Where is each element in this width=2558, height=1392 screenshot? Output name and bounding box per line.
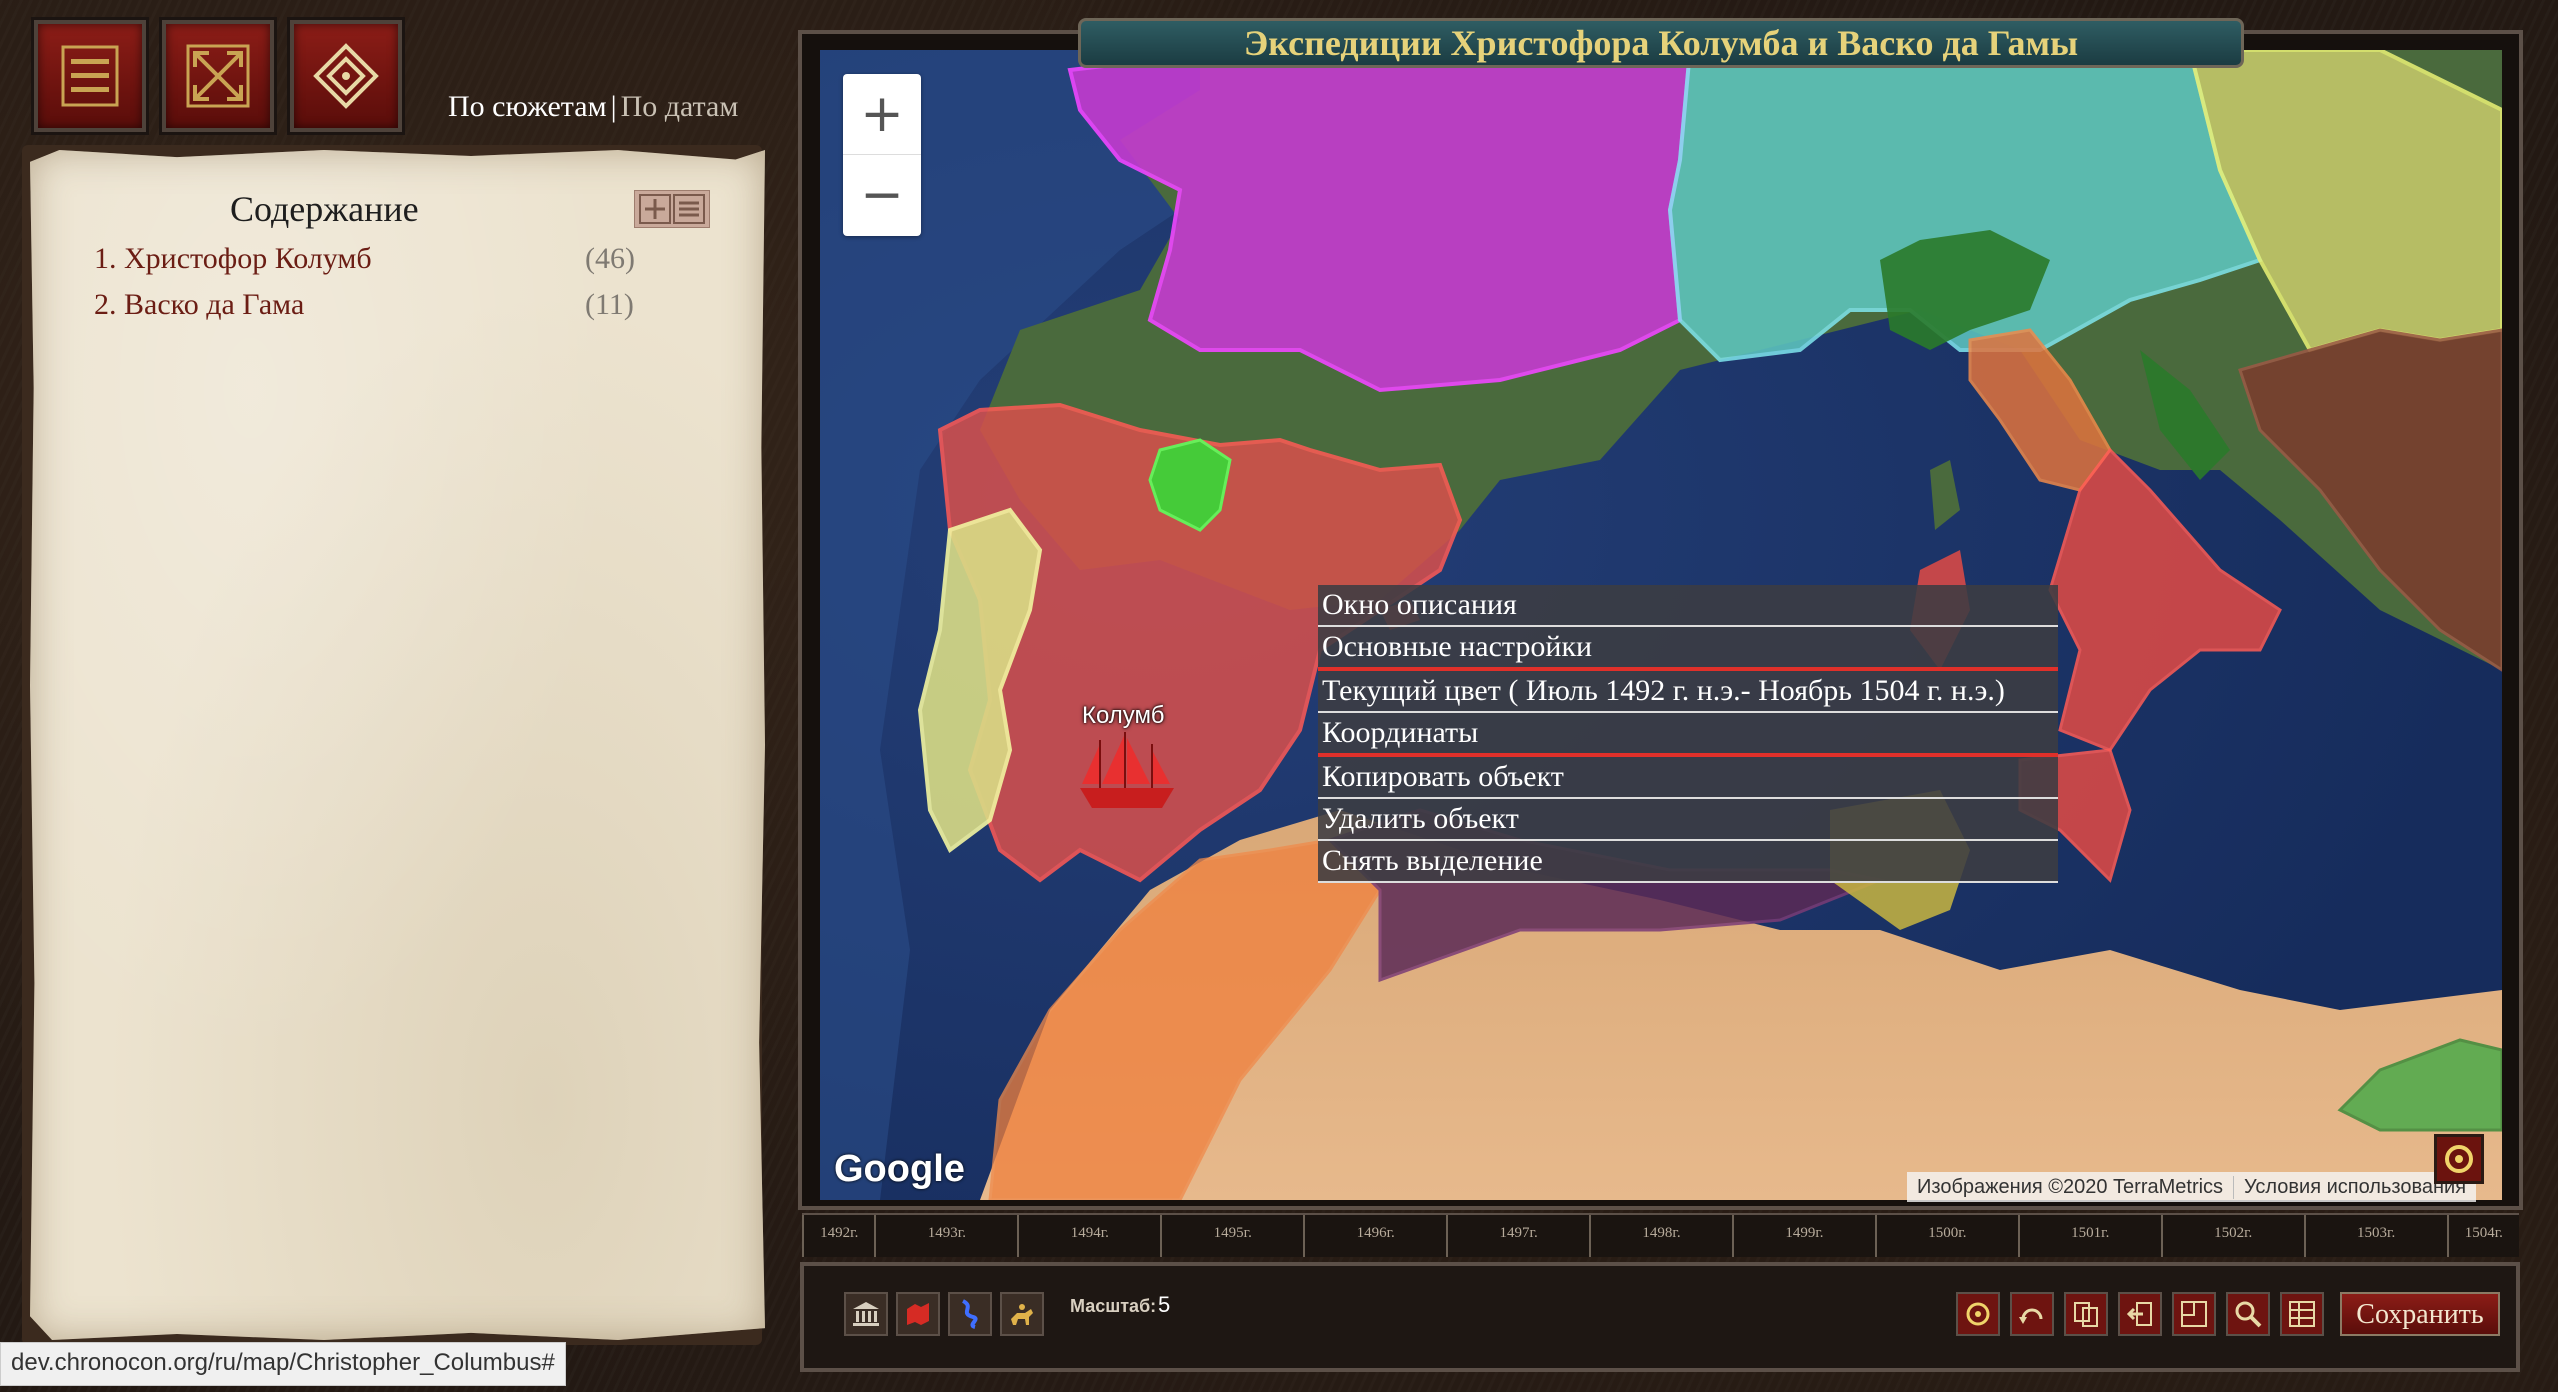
- timeline-year[interactable]: 1502г.: [2160, 1215, 2304, 1257]
- map-attribution: Изображения ©2020 TerraMetrics Условия и…: [1907, 1172, 2477, 1202]
- save-button[interactable]: Сохранить: [2340, 1292, 2500, 1336]
- menu-main-settings[interactable]: Основные настройки: [1318, 627, 2058, 671]
- zoom-control: + −: [843, 74, 921, 236]
- scale-value: 5: [1158, 1292, 1171, 1317]
- timeline-year[interactable]: 1499г.: [1731, 1215, 1875, 1257]
- zoom-in-button[interactable]: +: [843, 74, 921, 155]
- search-button[interactable]: [2226, 1292, 2270, 1336]
- undo-icon: [2019, 1308, 2043, 1324]
- copy-button[interactable]: [2064, 1292, 2108, 1336]
- rider-button[interactable]: [1000, 1292, 1044, 1336]
- timeline-year[interactable]: 1493г.: [874, 1215, 1017, 1257]
- timeline-year[interactable]: 1501г.: [2017, 1215, 2161, 1257]
- status-url: dev.chronocon.org/ru/map/Christopher_Col…: [0, 1342, 566, 1386]
- menu-coordinates[interactable]: Координаты: [1318, 713, 2058, 757]
- timeline-year[interactable]: 1503г.: [2303, 1215, 2447, 1257]
- target-icon: [2445, 1145, 2473, 1173]
- menu-description-window[interactable]: Окно описания: [1318, 585, 2058, 627]
- menu-button[interactable]: [34, 20, 146, 132]
- timeline-year[interactable]: 1498г.: [1589, 1215, 1732, 1257]
- google-logo: Google: [834, 1148, 965, 1190]
- timeline-year[interactable]: 1504г.: [2446, 1215, 2519, 1257]
- zoom-out-button[interactable]: −: [843, 155, 921, 235]
- timeline-year[interactable]: 1494г.: [1017, 1215, 1160, 1257]
- layout-button[interactable]: [2172, 1292, 2216, 1336]
- map-settings-button[interactable]: [2434, 1134, 2484, 1184]
- map-title: Экспедиции Христофора Колумба и Васко да…: [1078, 18, 2244, 68]
- rider-icon: [1011, 1304, 1033, 1325]
- copy-icon: [2074, 1302, 2098, 1327]
- timeline: 1492г. 1493г. 1494г. 1495г. 1496г. 1497г…: [802, 1213, 2519, 1257]
- undo-button[interactable]: [2010, 1292, 2054, 1336]
- tab-by-plots[interactable]: По сюжетам: [448, 90, 607, 123]
- contents-title: Содержание: [230, 189, 419, 229]
- exit-button[interactable]: [2118, 1292, 2162, 1336]
- grid-button[interactable]: [2280, 1292, 2324, 1336]
- options-button[interactable]: [290, 20, 402, 132]
- menu-deselect[interactable]: Снять выделение: [1318, 841, 2058, 883]
- menu-copy-object[interactable]: Копировать объект: [1318, 757, 2058, 799]
- toc-item-columbus[interactable]: 1. Христофор Колумб: [94, 242, 372, 276]
- expand-list-icon: [639, 194, 705, 224]
- ship-icon: [1080, 732, 1174, 808]
- menu-current-color[interactable]: Текущий цвет ( Июль 1492 г. н.э.- Ноябрь…: [1318, 671, 2058, 713]
- grid-icon: [2289, 1301, 2315, 1327]
- contents-panel: [30, 150, 765, 1340]
- toc-count-da-gama: (11): [585, 288, 634, 321]
- scale-label: Масштаб:: [1070, 1296, 1157, 1316]
- marker-label: Колумб: [1082, 702, 1165, 729]
- timeline-year[interactable]: 1495г.: [1160, 1215, 1303, 1257]
- diamond-icon: [313, 43, 379, 109]
- timeline-year[interactable]: 1497г.: [1446, 1215, 1589, 1257]
- menu-icon: [61, 45, 119, 107]
- fullscreen-button[interactable]: [162, 20, 274, 132]
- fullscreen-icon: [186, 44, 250, 108]
- expand-list-button[interactable]: [634, 190, 710, 228]
- attribution-imagery: Изображения ©2020 TerraMetrics: [1917, 1175, 2224, 1198]
- target-icon: [1966, 1302, 1990, 1326]
- timeline-year[interactable]: 1496г.: [1303, 1215, 1446, 1257]
- tab-by-dates[interactable]: По датам: [621, 90, 739, 123]
- timeline-year[interactable]: 1492г.: [802, 1215, 874, 1257]
- exit-icon: [2126, 1302, 2152, 1326]
- museum-icon: [853, 1302, 879, 1326]
- view-tabs: По сюжетам | По датам: [448, 90, 738, 124]
- tab-separator: |: [610, 90, 617, 123]
- menu-delete-object[interactable]: Удалить объект: [1318, 799, 2058, 841]
- timeline-year[interactable]: 1500г.: [1874, 1215, 2018, 1257]
- context-menu: Окно описания Основные настройки Текущий…: [1318, 585, 2058, 883]
- layout-icon: [2181, 1301, 2207, 1327]
- target-button[interactable]: [1956, 1292, 2000, 1336]
- toc-count-columbus: (46): [585, 242, 635, 275]
- river-button[interactable]: [948, 1292, 992, 1336]
- map-icon: [907, 1303, 929, 1325]
- toc-item-da-gama[interactable]: 2. Васко да Гама: [94, 288, 304, 322]
- search-icon: [2235, 1301, 2262, 1328]
- map-layer-button[interactable]: [896, 1292, 940, 1336]
- ship-marker[interactable]: [1072, 730, 1182, 817]
- museum-button[interactable]: [844, 1292, 888, 1336]
- river-icon: [961, 1299, 978, 1329]
